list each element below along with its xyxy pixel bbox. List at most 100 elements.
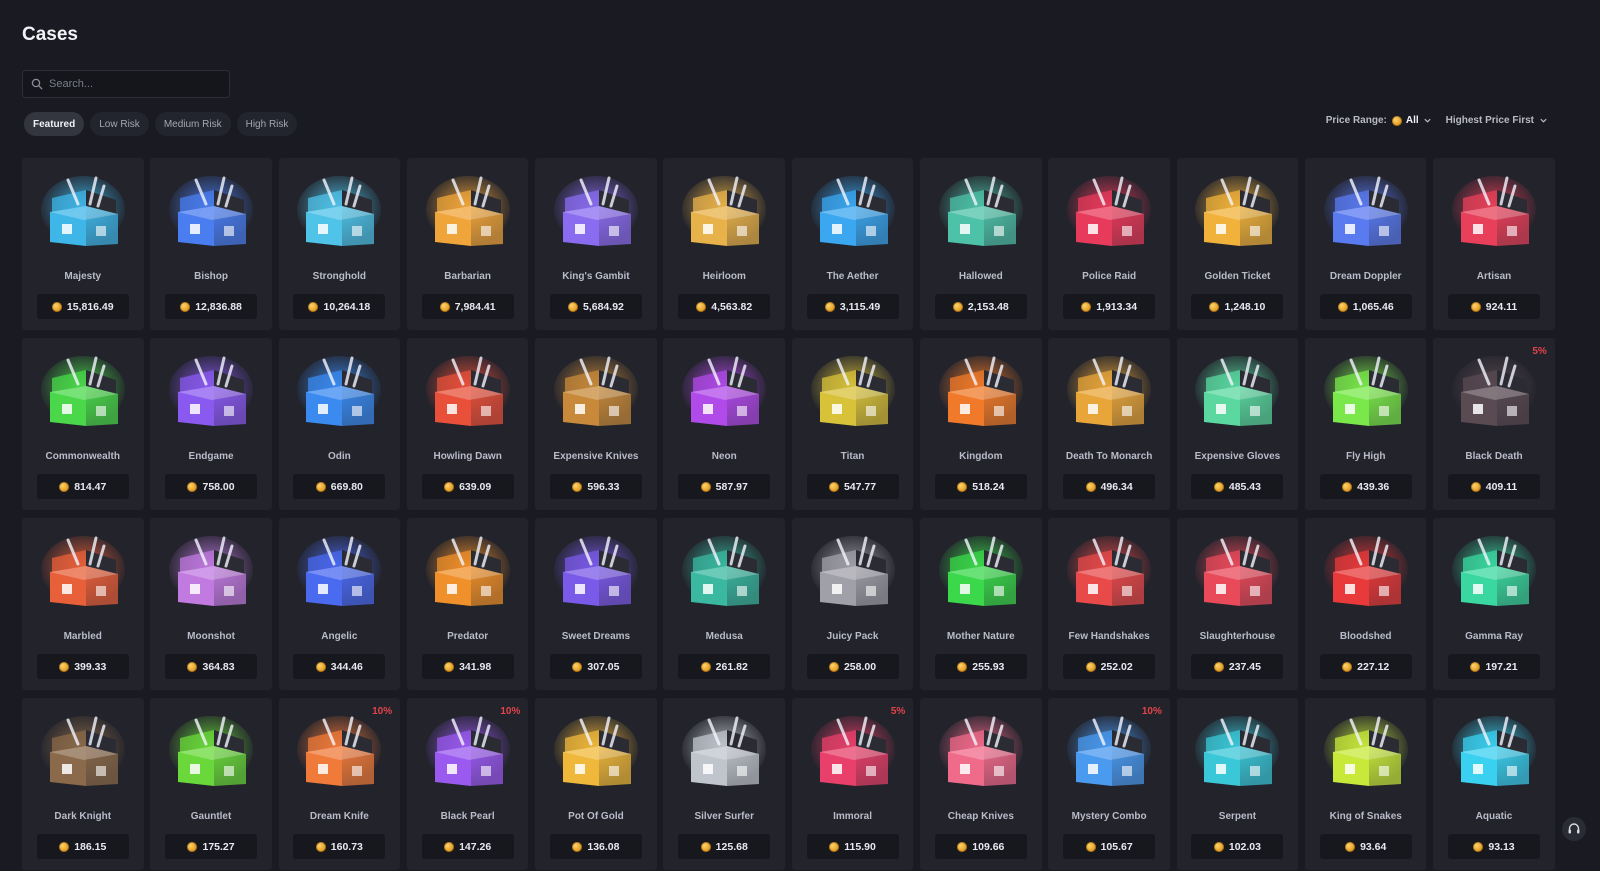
case-box-icon [1067,356,1152,426]
case-card[interactable]: Golden Ticket 1,248.10 [1176,158,1299,330]
case-card[interactable]: Majesty 15,816.49 [22,158,144,330]
tab-high-risk[interactable]: High Risk [236,112,298,136]
case-card[interactable]: King's Gambit 5,684.92 [535,158,657,330]
case-card[interactable]: Expensive Knives 596.33 [535,338,657,510]
case-card[interactable]: Dream Doppler 1,065.46 [1304,158,1427,330]
case-price-tag: 7,984.41 [421,294,514,319]
case-card[interactable]: Fly High 439.36 [1304,338,1427,510]
case-name: Gauntlet [190,811,232,822]
case-price-tag: 10,264.18 [293,294,386,319]
case-card[interactable]: Aquatic 93.13 [1433,698,1555,870]
case-box-icon [425,716,510,786]
price-range-dropdown[interactable]: Price Range: All [1326,115,1432,126]
case-price: 7,984.41 [454,300,496,313]
case-card[interactable]: Expensive Gloves 485.43 [1176,338,1299,510]
case-card[interactable]: Heirloom 4,563.82 [663,158,785,330]
coin-icon [1085,841,1096,852]
case-card[interactable]: Cheap Knives 109.66 [920,698,1042,870]
case-card[interactable]: Gamma Ray 197.21 [1433,518,1555,690]
tab-low-risk[interactable]: Low Risk [90,112,149,136]
coin-icon [828,661,839,672]
chevron-down-icon [1424,118,1431,123]
case-card[interactable]: Endgame 758.00 [150,338,272,510]
case-price-tag: 227.12 [1319,654,1412,679]
case-card[interactable]: Death To Monarch 496.34 [1048,338,1170,510]
case-box-icon [1452,356,1537,426]
case-card[interactable]: Medusa 261.82 [663,518,785,690]
case-card[interactable]: Slaughterhouse 237.45 [1176,518,1299,690]
coin-icon [1470,301,1481,312]
case-card[interactable]: Kingdom 518.24 [920,338,1042,510]
case-card[interactable]: Immoral 115.90 5% [791,698,914,870]
case-card[interactable]: Hallowed 2,153.48 [920,158,1042,330]
sort-order-dropdown[interactable]: Highest Price First [1446,115,1548,126]
case-card[interactable]: Silver Surfer 125.68 [663,698,785,870]
case-card[interactable]: Police Raid 1,913.34 [1048,158,1170,330]
case-card[interactable]: Black Death 409.11 5% [1433,338,1555,510]
search-input[interactable] [49,78,219,90]
coin-icon [1345,841,1356,852]
case-card[interactable]: Marbled 399.33 [22,518,144,690]
coin-icon [1391,115,1402,126]
case-price-tag: 399.33 [36,654,129,679]
search-box[interactable] [22,70,230,98]
case-card[interactable]: Artisan 924.11 [1433,158,1555,330]
case-box-icon [1452,716,1537,786]
case-card[interactable]: Gauntlet 175.27 [150,698,272,870]
case-name: Black Pearl [440,811,495,822]
case-price: 485.43 [1228,480,1261,493]
coin-icon [829,841,840,852]
case-card[interactable]: Commonwealth 814.47 [22,338,144,510]
case-card[interactable]: Neon 587.97 [663,338,785,510]
case-price: 669.80 [330,480,363,493]
case-card[interactable]: Angelic 344.46 [278,518,401,690]
case-card[interactable]: Moonshot 364.83 [150,518,272,690]
case-name: Odin [327,451,351,462]
case-box-icon [297,716,382,786]
case-price: 109.66 [972,840,1005,853]
case-box-icon [40,176,125,246]
support-button[interactable] [1562,817,1586,841]
case-card[interactable]: Serpent 102.03 [1176,698,1299,870]
case-price: 10,264.18 [323,300,371,313]
case-name: Titan [840,451,865,462]
coin-icon [315,481,326,492]
case-box-icon [1067,536,1152,606]
case-price: 547.77 [843,480,877,493]
tab-featured[interactable]: Featured [24,112,85,136]
case-price: 1,913.34 [1096,300,1138,313]
case-card[interactable]: Barbarian 7,984.41 [406,158,529,330]
case-card[interactable]: Mother Nature 255.93 [920,518,1042,690]
case-card[interactable]: King of Snakes 93.64 [1304,698,1427,870]
case-box-icon [682,536,767,606]
case-price-tag: 409.11 [1448,474,1541,499]
case-card[interactable]: Few Handshakes 252.02 [1048,518,1170,690]
case-name: Few Handshakes [1068,631,1150,642]
case-name: Howling Dawn [433,451,502,462]
case-box-icon [810,716,895,786]
case-card[interactable]: Bloodshed 227.12 [1304,518,1427,690]
case-name: Gamma Ray [1465,631,1523,642]
case-card[interactable]: Juicy Pack 258.00 [791,518,914,690]
case-box-icon [553,176,638,246]
case-box-icon [297,356,382,426]
case-card[interactable]: Sweet Dreams 307.05 [535,518,657,690]
tab-medium-risk[interactable]: Medium Risk [154,112,231,136]
case-card[interactable]: Dark Knight 186.15 [22,698,144,870]
case-card[interactable]: Bishop 12,836.88 [150,158,272,330]
coin-icon [180,301,191,312]
case-card[interactable]: Titan 547.77 [791,338,914,510]
case-card[interactable]: Mystery Combo 105.67 10% [1048,698,1170,870]
case-card[interactable]: Odin 669.80 [278,338,401,510]
discount-badge: 10% [372,706,393,717]
case-card[interactable]: Stronghold 10,264.18 [278,158,401,330]
case-card[interactable]: The Aether 3,115.49 [791,158,914,330]
case-card[interactable]: Pot Of Gold 136.08 [535,698,657,870]
case-card[interactable]: Howling Dawn 639.09 [406,338,529,510]
case-card[interactable]: Predator 341.98 [406,518,529,690]
case-price-tag: 15,816.49 [36,294,129,319]
case-card[interactable]: Black Pearl 147.26 10% [406,698,529,870]
search-icon [31,78,43,90]
case-price: 439.36 [1357,480,1390,493]
case-card[interactable]: Dream Knife 160.73 10% [278,698,401,870]
